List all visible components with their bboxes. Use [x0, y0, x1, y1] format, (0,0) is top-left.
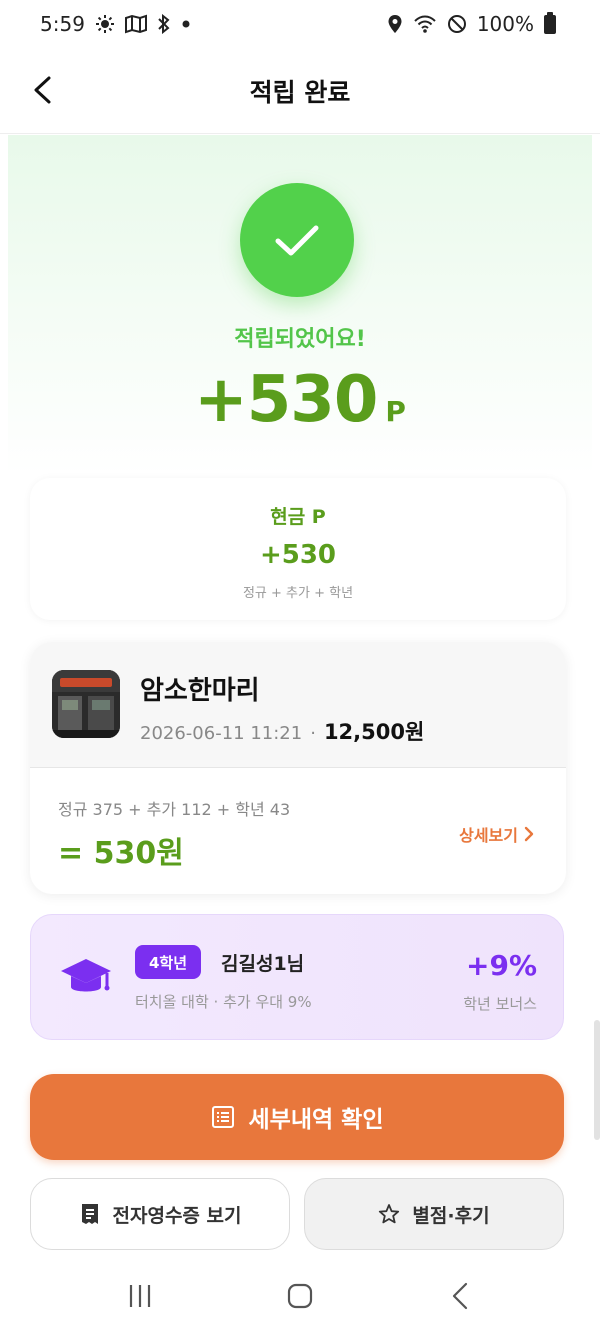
- transaction-datetime: 2026-06-11 11:21: [140, 723, 303, 744]
- back-button[interactable]: [22, 70, 62, 110]
- success-hero: 적립되었어요! +530 P: [8, 135, 592, 475]
- battery-icon: [544, 11, 556, 34]
- rating-review-button[interactable]: 별점·후기: [304, 1178, 564, 1250]
- detail-link-label: 상세보기: [459, 826, 518, 845]
- grade-description: 터치올 대학 · 추가 우대 9%: [135, 993, 312, 1011]
- view-details-label: 세부내역 확인: [248, 1107, 384, 1133]
- store-card: 암소한마리 2026-06-11 11:21 · 12,500원 정규 375 …: [30, 642, 566, 894]
- map-icon: [124, 14, 147, 34]
- system-back-button[interactable]: [430, 1271, 490, 1321]
- page-title: 적립 완료: [249, 77, 351, 107]
- store-meta: 2026-06-11 11:21 · 12,500원: [140, 716, 424, 746]
- earned-amount: +530: [194, 363, 378, 437]
- rating-review-label: 별점·후기: [412, 1204, 490, 1227]
- dot-icon: [181, 19, 191, 29]
- receipt-icon: [81, 1204, 98, 1224]
- chevron-right-icon: [524, 826, 534, 842]
- chevron-left-icon: [34, 76, 51, 104]
- grade-bonus-card: 4학년 김길성1님 터치올 대학 · 추가 우대 9% +9% 학년 보너스: [30, 914, 564, 1040]
- check-icon: [275, 225, 319, 256]
- success-badge: [240, 183, 354, 297]
- cash-points-formula: 정규 + 추가 + 학년: [242, 586, 354, 601]
- grade-badge: 4학년: [135, 945, 202, 979]
- detail-link[interactable]: 상세보기: [459, 822, 534, 846]
- cash-points-label: 현금 P: [270, 506, 326, 528]
- points-total: = 530원: [58, 836, 184, 871]
- earned-points: +530 P: [8, 363, 592, 437]
- graduation-cap-icon: [61, 959, 111, 992]
- scrollbar[interactable]: [594, 1020, 600, 1140]
- points-calculation: 정규 375 + 추가 112 + 학년 43: [58, 800, 291, 819]
- success-message: 적립되었어요!: [234, 327, 366, 352]
- recent-apps-button[interactable]: [110, 1271, 170, 1321]
- grade-bonus-value: +9%: [466, 949, 537, 982]
- battery-percent: 100%: [476, 12, 534, 36]
- cash-points-card: 현금 P +530 정규 + 추가 + 학년: [30, 478, 566, 620]
- status-bar: 5:59 100%: [0, 0, 600, 48]
- home-button[interactable]: [270, 1271, 330, 1321]
- e-receipt-label: 전자영수증 보기: [112, 1204, 242, 1227]
- location-icon: [387, 14, 403, 34]
- list-icon: [211, 1106, 234, 1128]
- back-arrow-icon: [452, 1282, 468, 1309]
- member-name: 김길성1님: [221, 953, 305, 975]
- status-right: 100%: [387, 11, 556, 36]
- view-details-button[interactable]: 세부내역 확인: [30, 1074, 564, 1160]
- transaction-amount: 12,500원: [323, 720, 425, 744]
- status-time: 5:59: [40, 12, 85, 36]
- do-not-disturb-icon: [447, 14, 467, 34]
- earned-unit: P: [385, 395, 406, 428]
- bluetooth-icon: [157, 14, 171, 34]
- home-icon: [287, 1283, 313, 1308]
- star-icon: [379, 1204, 400, 1224]
- store-thumbnail: [52, 670, 120, 738]
- header: 적립 완료: [0, 48, 600, 134]
- wifi-icon: [413, 14, 437, 34]
- grade-bonus-label: 학년 보너스: [463, 995, 537, 1013]
- store-name: 암소한마리: [140, 676, 260, 706]
- sun-icon: [95, 14, 115, 34]
- status-left: 5:59: [40, 12, 191, 36]
- system-nav-bar: [0, 1264, 600, 1327]
- store-summary: 암소한마리 2026-06-11 11:21 · 12,500원: [30, 642, 566, 768]
- cash-points-value: +530: [259, 540, 337, 570]
- e-receipt-button[interactable]: 전자영수증 보기: [30, 1178, 290, 1250]
- recent-apps-icon: [129, 1284, 151, 1307]
- meta-separator: ·: [310, 723, 316, 744]
